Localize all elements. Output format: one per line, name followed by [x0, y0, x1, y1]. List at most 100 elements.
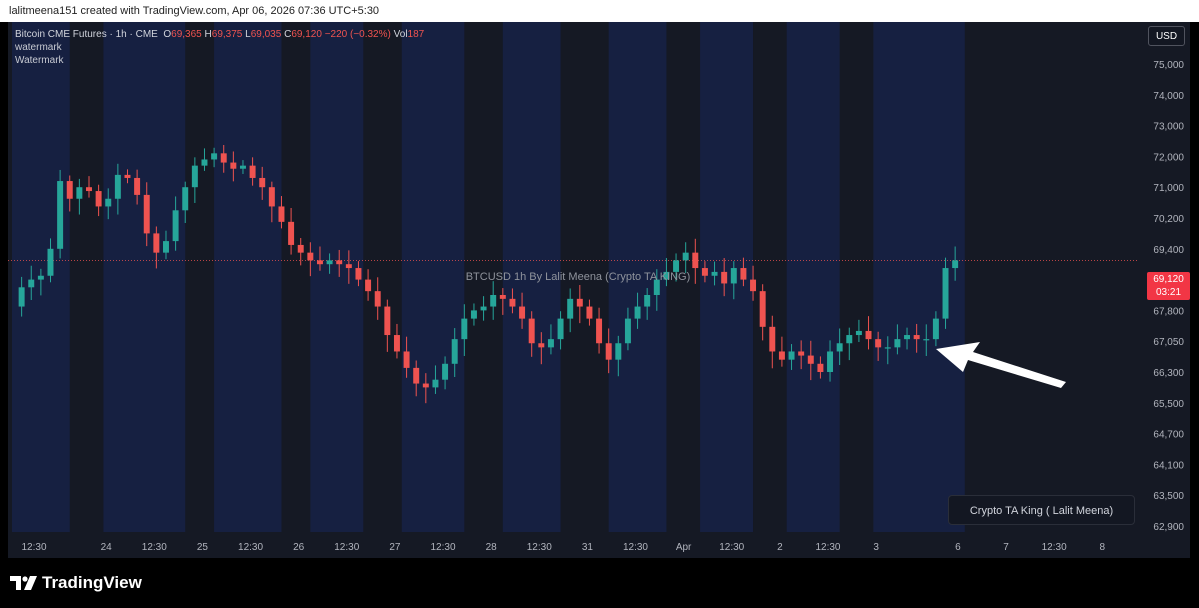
- candle-body: [519, 306, 526, 319]
- center-watermark: BTCUSD 1h By Lalit Meena (Crypto TA KING…: [465, 271, 691, 283]
- time-tick-label: 12:30: [719, 542, 744, 553]
- candle-body: [57, 181, 64, 249]
- candle-body: [95, 191, 102, 207]
- time-tick-label: 3: [873, 542, 879, 553]
- candle-body: [480, 306, 487, 311]
- chart-legend: Bitcoin CME Futures · 1h · CME O69,365 H…: [15, 28, 424, 67]
- author-name-box[interactable]: Crypto TA King ( Lalit Meena): [948, 495, 1135, 525]
- last-price-tag: 69,120 03:21: [1147, 272, 1190, 300]
- change-value: −220 (−0.32%): [324, 29, 391, 40]
- candle-body: [827, 351, 834, 372]
- candle-body: [76, 187, 83, 199]
- symbol-label[interactable]: Bitcoin CME Futures · 1h · CME: [15, 29, 158, 40]
- candle-body: [528, 318, 535, 344]
- price-tick-label: 69,400: [1153, 245, 1184, 256]
- time-tick-label: 12:30: [142, 542, 167, 553]
- time-tick-label: 12:30: [431, 542, 456, 553]
- time-tick-label: 12:30: [527, 542, 552, 553]
- vol-label: Vol: [393, 29, 408, 40]
- time-tick-label: 12:30: [21, 542, 46, 553]
- time-tick-label: 26: [293, 542, 305, 553]
- time-tick-label: 28: [486, 542, 498, 553]
- candle-body: [153, 233, 160, 253]
- candle-body: [547, 339, 554, 348]
- candle-body: [576, 298, 583, 307]
- candle-body: [634, 306, 641, 319]
- candle-body: [923, 339, 930, 341]
- candle-body: [538, 343, 545, 348]
- candle-body: [384, 306, 391, 336]
- candle-body: [807, 355, 814, 364]
- candle-body: [326, 260, 333, 265]
- chart-area[interactable]: 75,000 74,000 73,000 72,000 71,000 70,200 69,4…: [8, 22, 1190, 558]
- candle-body: [461, 318, 468, 340]
- candle-body: [182, 187, 189, 211]
- candle-body: [143, 194, 150, 234]
- candle-body: [432, 379, 439, 388]
- time-tick-label: 25: [197, 542, 209, 553]
- candle-body: [374, 291, 381, 307]
- candle-body: [336, 260, 343, 265]
- footer: TradingView: [0, 558, 1199, 608]
- bar-countdown: 03:21: [1155, 287, 1182, 298]
- attribution-bar: lalitmeena151 created with TradingView.c…: [0, 0, 1199, 22]
- close-value: 69,120: [291, 29, 322, 40]
- time-tick-label: 2: [777, 542, 783, 553]
- candle-body: [682, 252, 689, 261]
- candle-body: [875, 339, 882, 348]
- time-tick-label: 12:30: [238, 542, 263, 553]
- high-value: 69,375: [211, 29, 243, 40]
- ohlc-row: Bitcoin CME Futures · 1h · CME O69,365 H…: [15, 28, 424, 41]
- candle-body: [692, 252, 699, 269]
- candle-body: [470, 310, 477, 319]
- candle-body: [162, 241, 169, 253]
- candle-body: [778, 351, 785, 360]
- price-tick-label: 71,000: [1153, 183, 1184, 194]
- candle-body: [567, 298, 574, 319]
- legend-watermark-line[interactable]: watermark: [15, 41, 424, 54]
- candle-body: [124, 174, 131, 178]
- candle-body: [605, 343, 612, 360]
- time-tick-label: 27: [389, 542, 401, 553]
- candle-body: [230, 162, 237, 169]
- time-tick-label: 6: [955, 542, 961, 553]
- vol-value: 187: [407, 29, 425, 40]
- candle-body: [345, 264, 352, 269]
- candle-body: [952, 260, 959, 269]
- candle-body: [894, 339, 901, 348]
- candle-body: [932, 318, 939, 340]
- candle-body: [66, 181, 73, 199]
- price-tick-label: 73,000: [1153, 122, 1184, 133]
- candle-body: [490, 295, 497, 307]
- candle-body: [884, 347, 891, 349]
- candle-body: [278, 206, 285, 222]
- candle-body: [211, 153, 218, 160]
- candle-body: [846, 335, 853, 344]
- time-tick-label: 8: [1099, 542, 1105, 553]
- currency-button[interactable]: USD: [1148, 26, 1185, 46]
- candle-body: [201, 159, 208, 166]
- price-tick-label: 64,100: [1153, 460, 1184, 471]
- candle-body: [172, 210, 179, 242]
- candle-body: [442, 363, 449, 380]
- candle-body: [307, 252, 314, 261]
- candle-body: [268, 187, 275, 207]
- candle-body: [451, 339, 458, 364]
- candle-body: [798, 351, 805, 356]
- candle-body: [134, 177, 141, 195]
- candle-body: [865, 330, 872, 340]
- candle-body: [316, 260, 323, 265]
- brand-wordmark[interactable]: TradingView: [42, 573, 142, 593]
- candle-body: [288, 221, 295, 245]
- candle-body: [836, 343, 843, 352]
- candle-body: [259, 177, 266, 188]
- candle-body: [105, 198, 112, 207]
- legend-watermark-line-2[interactable]: Watermark: [15, 54, 424, 67]
- candle-body: [913, 335, 920, 340]
- tradingview-logo-icon[interactable]: [10, 573, 38, 593]
- chart-canvas[interactable]: 75,000 74,000 73,000 72,000 71,000 70,200 69,4…: [8, 22, 1190, 558]
- candle-body: [557, 318, 564, 340]
- price-tick-label: 72,000: [1153, 152, 1184, 163]
- price-tick-label: 62,900: [1153, 522, 1184, 533]
- price-tick-label: 75,000: [1153, 60, 1184, 71]
